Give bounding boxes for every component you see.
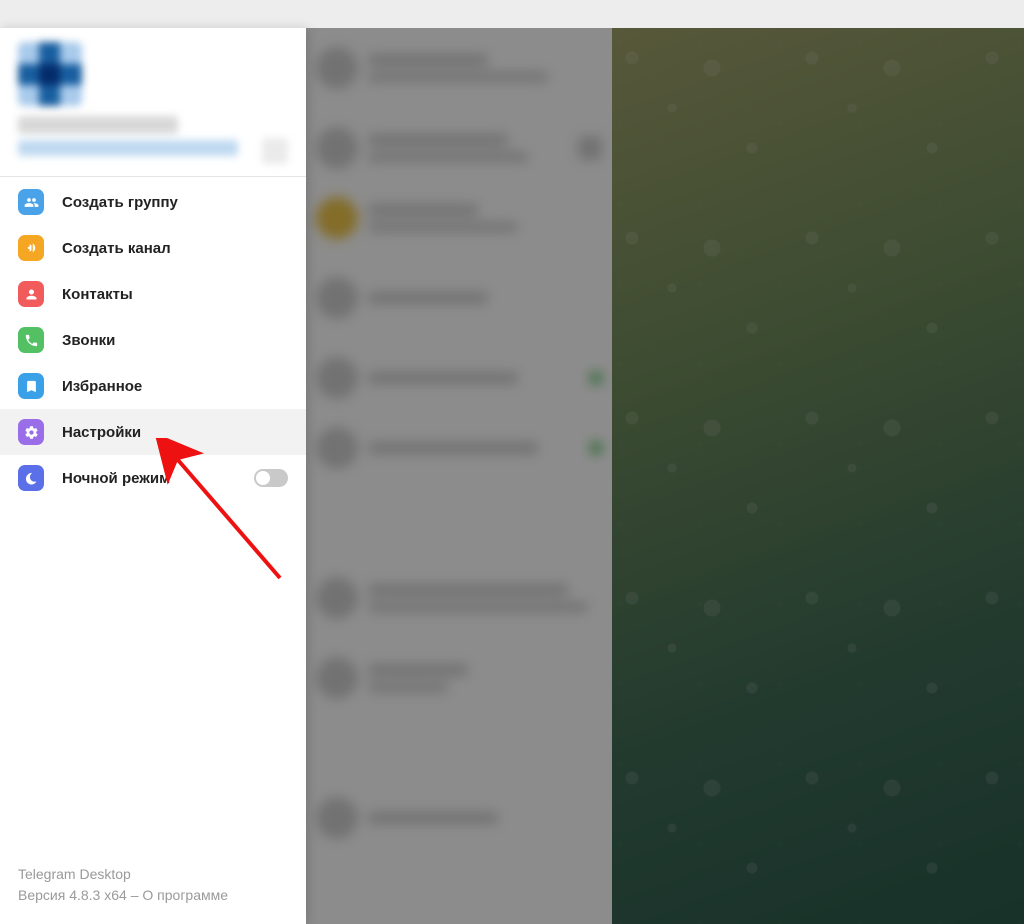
menu-item-saved[interactable]: Избранное bbox=[0, 363, 306, 409]
menu-item-create-group[interactable]: Создать группу bbox=[0, 179, 306, 225]
menu-item-label: Создать канал bbox=[62, 240, 171, 257]
profile-section[interactable] bbox=[0, 28, 306, 170]
menu-item-settings[interactable]: Настройки bbox=[0, 409, 306, 455]
menu-item-label: Контакты bbox=[62, 286, 133, 303]
main-menu-drawer: Создать группу Создать канал Контакты Зв… bbox=[0, 28, 306, 924]
app-name: Telegram Desktop bbox=[18, 864, 288, 885]
bookmark-icon bbox=[18, 373, 44, 399]
window-titlebar bbox=[0, 0, 1024, 28]
person-icon bbox=[18, 281, 44, 307]
app-version: Версия 4.8.3 x64 bbox=[18, 887, 127, 903]
megaphone-icon bbox=[18, 235, 44, 261]
menu-item-night-mode[interactable]: Ночной режим bbox=[0, 455, 306, 501]
menu-item-contacts[interactable]: Контакты bbox=[0, 271, 306, 317]
footer-sep: – bbox=[127, 887, 143, 903]
gear-icon bbox=[18, 419, 44, 445]
group-icon bbox=[18, 189, 44, 215]
divider bbox=[0, 176, 306, 177]
drawer-footer: Telegram Desktop Версия 4.8.3 x64 – О пр… bbox=[0, 864, 306, 924]
profile-name-placeholder bbox=[18, 116, 178, 134]
menu-item-label: Настройки bbox=[62, 424, 141, 441]
menu-item-label: Ночной режим bbox=[62, 470, 170, 487]
profile-expand-icon[interactable] bbox=[262, 138, 288, 164]
main-menu-list: Создать группу Создать канал Контакты Зв… bbox=[0, 179, 306, 501]
menu-item-calls[interactable]: Звонки bbox=[0, 317, 306, 363]
menu-item-label: Избранное bbox=[62, 378, 142, 395]
app-root: Создать группу Создать канал Контакты Зв… bbox=[0, 28, 1024, 924]
moon-icon bbox=[18, 465, 44, 491]
menu-item-label: Звонки bbox=[62, 332, 115, 349]
menu-item-create-channel[interactable]: Создать канал bbox=[0, 225, 306, 271]
night-mode-toggle[interactable] bbox=[254, 469, 288, 487]
avatar[interactable] bbox=[18, 42, 82, 106]
phone-icon bbox=[18, 327, 44, 353]
menu-item-label: Создать группу bbox=[62, 194, 178, 211]
about-link[interactable]: О программе bbox=[142, 887, 228, 903]
profile-subtitle-placeholder bbox=[18, 140, 238, 156]
